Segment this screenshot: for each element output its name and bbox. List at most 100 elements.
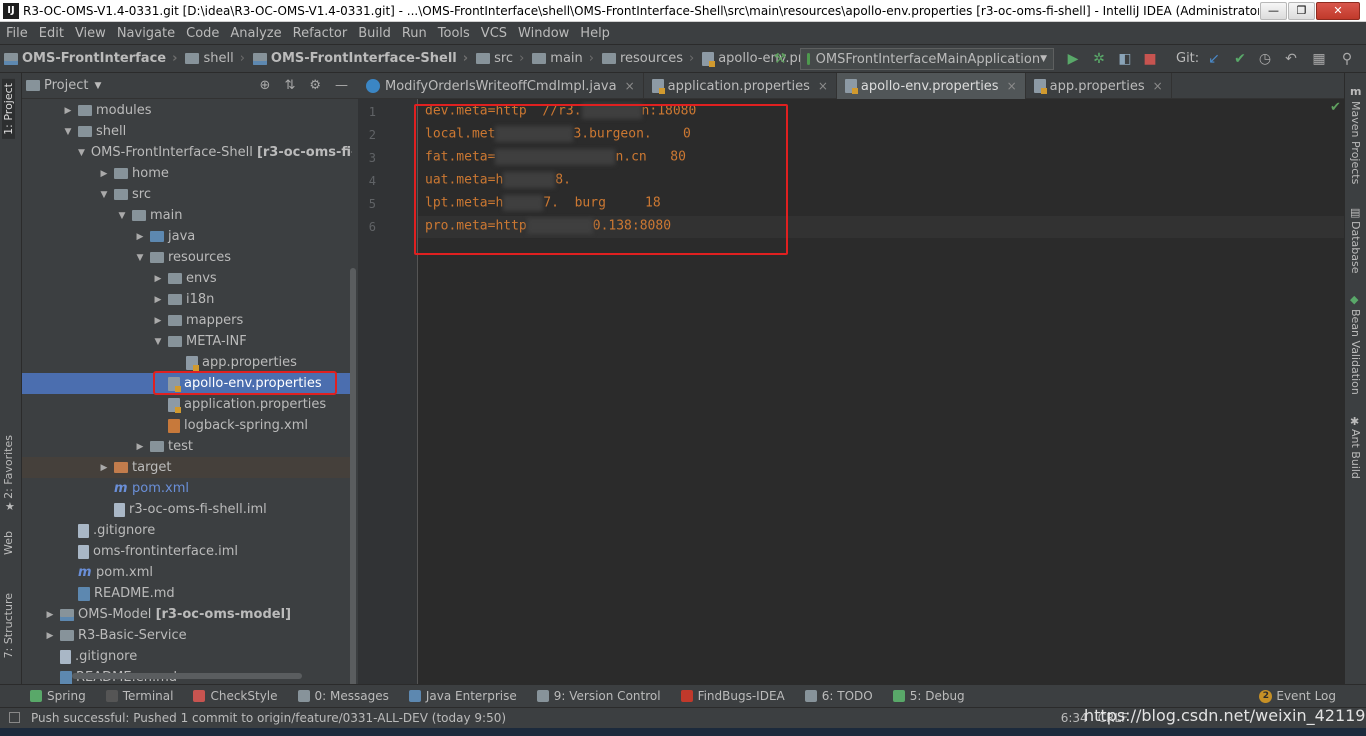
menu-vcs[interactable]: VCS — [475, 26, 512, 41]
expand-arrow-icon[interactable]: ▶ — [96, 169, 112, 179]
tree-item-modules[interactable]: ▶ modules — [22, 100, 352, 121]
menu-file[interactable]: File — [0, 26, 33, 41]
tree-item-i18n[interactable]: ▶ i18n — [22, 289, 352, 310]
breadcrumb-resources[interactable]: resources › — [598, 51, 698, 66]
tree-item-test[interactable]: ▶ test — [22, 436, 352, 457]
menu-code[interactable]: Code — [180, 26, 224, 41]
expand-arrow-icon[interactable]: ▶ — [96, 463, 112, 473]
tree-item-shell-iml[interactable]: r3-oc-oms-fi-shell.iml — [22, 499, 352, 520]
git-update-icon[interactable]: ↙ — [1205, 50, 1223, 68]
run-configuration-select[interactable]: OMSFrontInterfaceMainApplication ▼ — [800, 48, 1054, 70]
git-commit-icon[interactable]: ✔ — [1231, 50, 1249, 68]
tab-database[interactable]: Database — [1349, 221, 1362, 274]
chevron-down-icon[interactable]: ▼ — [94, 81, 101, 91]
tree-item-oms-frontinterface-shell[interactable]: ▼OMS-FrontInterface-Shell [r3-oc-oms-fi-… — [22, 142, 352, 163]
expand-arrow-icon[interactable]: ▶ — [150, 274, 166, 284]
tree-item-target[interactable]: ▶ target — [22, 457, 352, 478]
scroll-from-source-icon[interactable]: ⊕ — [260, 78, 271, 93]
breadcrumb-shell[interactable]: shell › — [181, 51, 248, 66]
tool-event-log[interactable]: 2 Event Log — [1259, 689, 1336, 703]
tab-web[interactable]: Web — [2, 531, 15, 555]
expand-arrow-icon[interactable]: ▶ — [150, 316, 166, 326]
tree-item-root-pom-xml[interactable]: m pom.xml — [22, 562, 352, 583]
tree-item-shell[interactable]: ▼ shell — [22, 121, 352, 142]
collapse-arrow-icon[interactable]: ▼ — [150, 337, 166, 347]
hammer-build-icon[interactable]: ⚒ — [771, 50, 789, 68]
close-tab-icon[interactable]: × — [1007, 79, 1017, 93]
tree-item-home[interactable]: ▶ home — [22, 163, 352, 184]
collapse-arrow-icon[interactable]: ▼ — [132, 253, 148, 263]
tool-version-control[interactable]: 9: Version Control — [527, 689, 671, 703]
gear-icon[interactable]: ⚙ — [309, 78, 321, 93]
tab-maven-projects[interactable]: Maven Projects — [1349, 101, 1362, 184]
breadcrumb-main[interactable]: main › — [528, 51, 598, 66]
tree-horizontal-scrollbar[interactable] — [72, 673, 302, 679]
expand-arrow-icon[interactable]: ▶ — [42, 610, 58, 620]
maximize-button[interactable]: ❐ — [1288, 1, 1315, 20]
tool-spring[interactable]: Spring — [0, 689, 96, 703]
menu-view[interactable]: View — [69, 26, 111, 41]
tool-terminal[interactable]: Terminal — [96, 689, 184, 703]
menu-run[interactable]: Run — [396, 26, 432, 41]
menu-analyze[interactable]: Analyze — [224, 26, 286, 41]
project-panel-title[interactable]: Project — [44, 78, 88, 93]
expand-arrow-icon[interactable]: ▶ — [132, 442, 148, 452]
tree-item-meta-inf[interactable]: ▼ META-INF — [22, 331, 352, 352]
tree-item-gitignore[interactable]: .gitignore — [22, 520, 352, 541]
minimize-button[interactable]: — — [1260, 1, 1287, 20]
collapse-arrow-icon[interactable]: ▼ — [78, 148, 85, 158]
tab-ant-build[interactable]: Ant Build — [1349, 429, 1362, 479]
tool-messages[interactable]: 0: Messages — [288, 689, 399, 703]
tab-modify-order-java[interactable]: ModifyOrderIsWriteoffCmdImpl.java × — [358, 73, 644, 99]
tree-item-root-gitignore[interactable]: .gitignore — [22, 646, 352, 667]
breadcrumb-oms-frontinterface[interactable]: OMS-FrontInterface › — [0, 51, 181, 66]
stop-icon[interactable]: ■ — [1141, 50, 1159, 68]
debug-bug-icon[interactable]: ✲ — [1090, 50, 1108, 68]
tab-favorites[interactable]: 2: Favorites — [2, 435, 15, 499]
history-icon[interactable]: ◷ — [1256, 50, 1274, 68]
close-tab-icon[interactable]: × — [818, 79, 828, 93]
collapse-all-icon[interactable]: ⇅ — [284, 78, 295, 93]
tool-todo[interactable]: 6: TODO — [795, 689, 883, 703]
menu-edit[interactable]: Edit — [33, 26, 69, 41]
tree-item-java[interactable]: ▶ java — [22, 226, 352, 247]
tree-item-readme[interactable]: README.md — [22, 583, 352, 604]
tree-item-pom-xml[interactable]: m pom.xml — [22, 478, 352, 499]
tab-bean-validation[interactable]: Bean Validation — [1349, 309, 1362, 395]
coverage-icon[interactable]: ◧ — [1116, 50, 1134, 68]
menu-build[interactable]: Build — [352, 26, 396, 41]
collapse-arrow-icon[interactable]: ▼ — [60, 127, 76, 137]
breadcrumb-oms-frontinterface-shell[interactable]: OMS-FrontInterface-Shell › — [249, 51, 472, 66]
tab-application-properties[interactable]: application.properties × — [644, 73, 837, 99]
expand-arrow-icon[interactable]: ▶ — [42, 631, 58, 641]
expand-arrow-icon[interactable]: ▶ — [132, 232, 148, 242]
hide-panel-icon[interactable]: — — [335, 78, 348, 93]
tree-item-src[interactable]: ▼ src — [22, 184, 352, 205]
tree-vertical-scrollbar[interactable] — [350, 268, 356, 693]
tree-item-application-properties[interactable]: application.properties — [22, 394, 352, 415]
close-window-button[interactable]: ✕ — [1316, 1, 1360, 20]
tree-item-envs[interactable]: ▶ envs — [22, 268, 352, 289]
tool-findbugs[interactable]: FindBugs-IDEA — [671, 689, 795, 703]
breadcrumb-src[interactable]: src › — [472, 51, 528, 66]
tree-item-mappers[interactable]: ▶ mappers — [22, 310, 352, 331]
tree-item-resources[interactable]: ▼ resources — [22, 247, 352, 268]
expand-arrow-icon[interactable]: ▶ — [60, 106, 76, 116]
menu-refactor[interactable]: Refactor — [287, 26, 353, 41]
tool-checkstyle[interactable]: CheckStyle — [183, 689, 287, 703]
tree-item-app-properties[interactable]: app.properties — [22, 352, 352, 373]
status-message[interactable]: Push successful: Pushed 1 commit to orig… — [0, 711, 1061, 725]
close-tab-icon[interactable]: × — [1153, 79, 1163, 93]
tool-debug[interactable]: 5: Debug — [883, 689, 975, 703]
tree-item-logback-spring-xml[interactable]: logback-spring.xml — [22, 415, 352, 436]
collapse-arrow-icon[interactable]: ▼ — [114, 211, 130, 221]
close-tab-icon[interactable]: × — [625, 79, 635, 93]
revert-icon[interactable]: ↶ — [1282, 50, 1300, 68]
search-icon[interactable]: ⚲ — [1338, 50, 1356, 68]
run-icon[interactable]: ▶ — [1064, 50, 1082, 68]
tool-java-enterprise[interactable]: Java Enterprise — [399, 689, 527, 703]
project-structure-icon[interactable]: ▦ — [1310, 50, 1328, 68]
menu-help[interactable]: Help — [574, 26, 615, 41]
menu-navigate[interactable]: Navigate — [111, 26, 180, 41]
expand-arrow-icon[interactable]: ▶ — [150, 295, 166, 305]
